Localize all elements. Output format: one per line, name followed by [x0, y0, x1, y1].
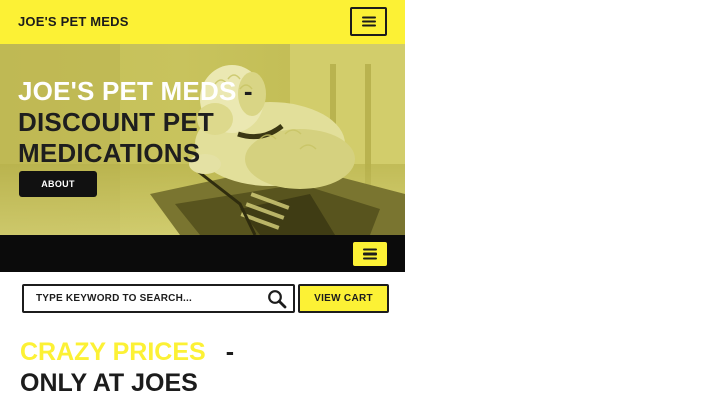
- promo-rest: ONLY AT JOES: [20, 369, 198, 397]
- hero-banner: JOE'S PET MEDS - DISCOUNT PET MEDICATION…: [0, 44, 405, 235]
- site-brand[interactable]: JOE'S PET MEDS: [18, 14, 129, 29]
- search-icon[interactable]: [267, 289, 287, 309]
- hero-title-brand: JOE'S PET MEDS: [18, 76, 237, 106]
- nav-bar: [0, 235, 405, 272]
- about-button[interactable]: ABOUT: [19, 171, 97, 197]
- search-input[interactable]: TYPE KEYWORD TO SEARCH...: [22, 284, 295, 313]
- nav-menu-button[interactable]: [353, 242, 387, 266]
- hamburger-icon: [363, 248, 377, 260]
- promo-highlight: CRAZY PRICES: [20, 338, 206, 366]
- hamburger-icon: [361, 16, 376, 27]
- hero-title: JOE'S PET MEDS - DISCOUNT PET MEDICATION…: [18, 76, 278, 169]
- top-header: JOE'S PET MEDS: [0, 0, 405, 44]
- promo-separator: -: [225, 338, 235, 366]
- search-placeholder: TYPE KEYWORD TO SEARCH...: [36, 293, 192, 304]
- page: JOE'S PET MEDS JOE'S PET MEDS - DISCOUNT…: [0, 0, 405, 400]
- header-menu-button[interactable]: [350, 7, 387, 36]
- promo-heading: CRAZY PRICES - ONLY AT JOES: [20, 337, 390, 399]
- view-cart-button[interactable]: VIEW CART: [298, 284, 389, 313]
